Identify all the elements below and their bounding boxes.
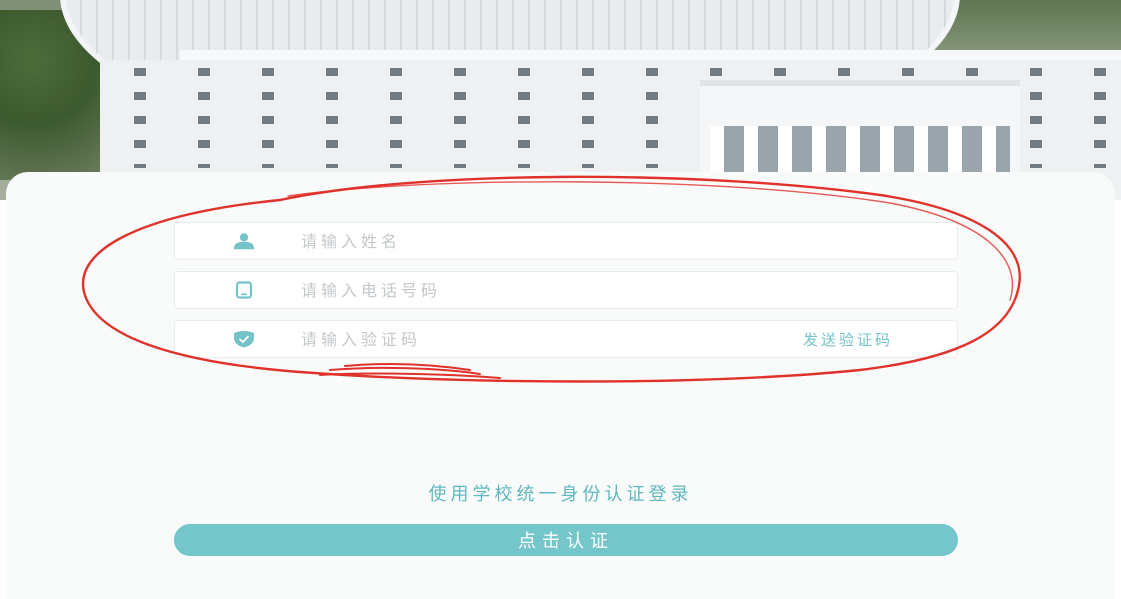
name-field[interactable]	[174, 222, 958, 260]
phone-input[interactable]	[301, 272, 957, 308]
school-sso-login-link[interactable]: 使用学校统一身份认证登录	[0, 480, 1121, 506]
user-icon	[233, 232, 255, 250]
phone-field[interactable]	[174, 271, 958, 309]
authenticate-button[interactable]: 点击认证	[174, 524, 958, 556]
send-code-button[interactable]: 发送验证码	[803, 329, 893, 350]
shield-icon	[233, 330, 255, 348]
login-screen: 发送验证码 使用学校统一身份认证登录 点击认证	[0, 0, 1121, 599]
verification-code-field[interactable]: 发送验证码	[174, 320, 958, 358]
verification-code-input[interactable]	[301, 321, 803, 357]
phone-icon	[233, 281, 255, 299]
campus-header-image	[0, 0, 1121, 200]
name-input[interactable]	[301, 223, 957, 259]
